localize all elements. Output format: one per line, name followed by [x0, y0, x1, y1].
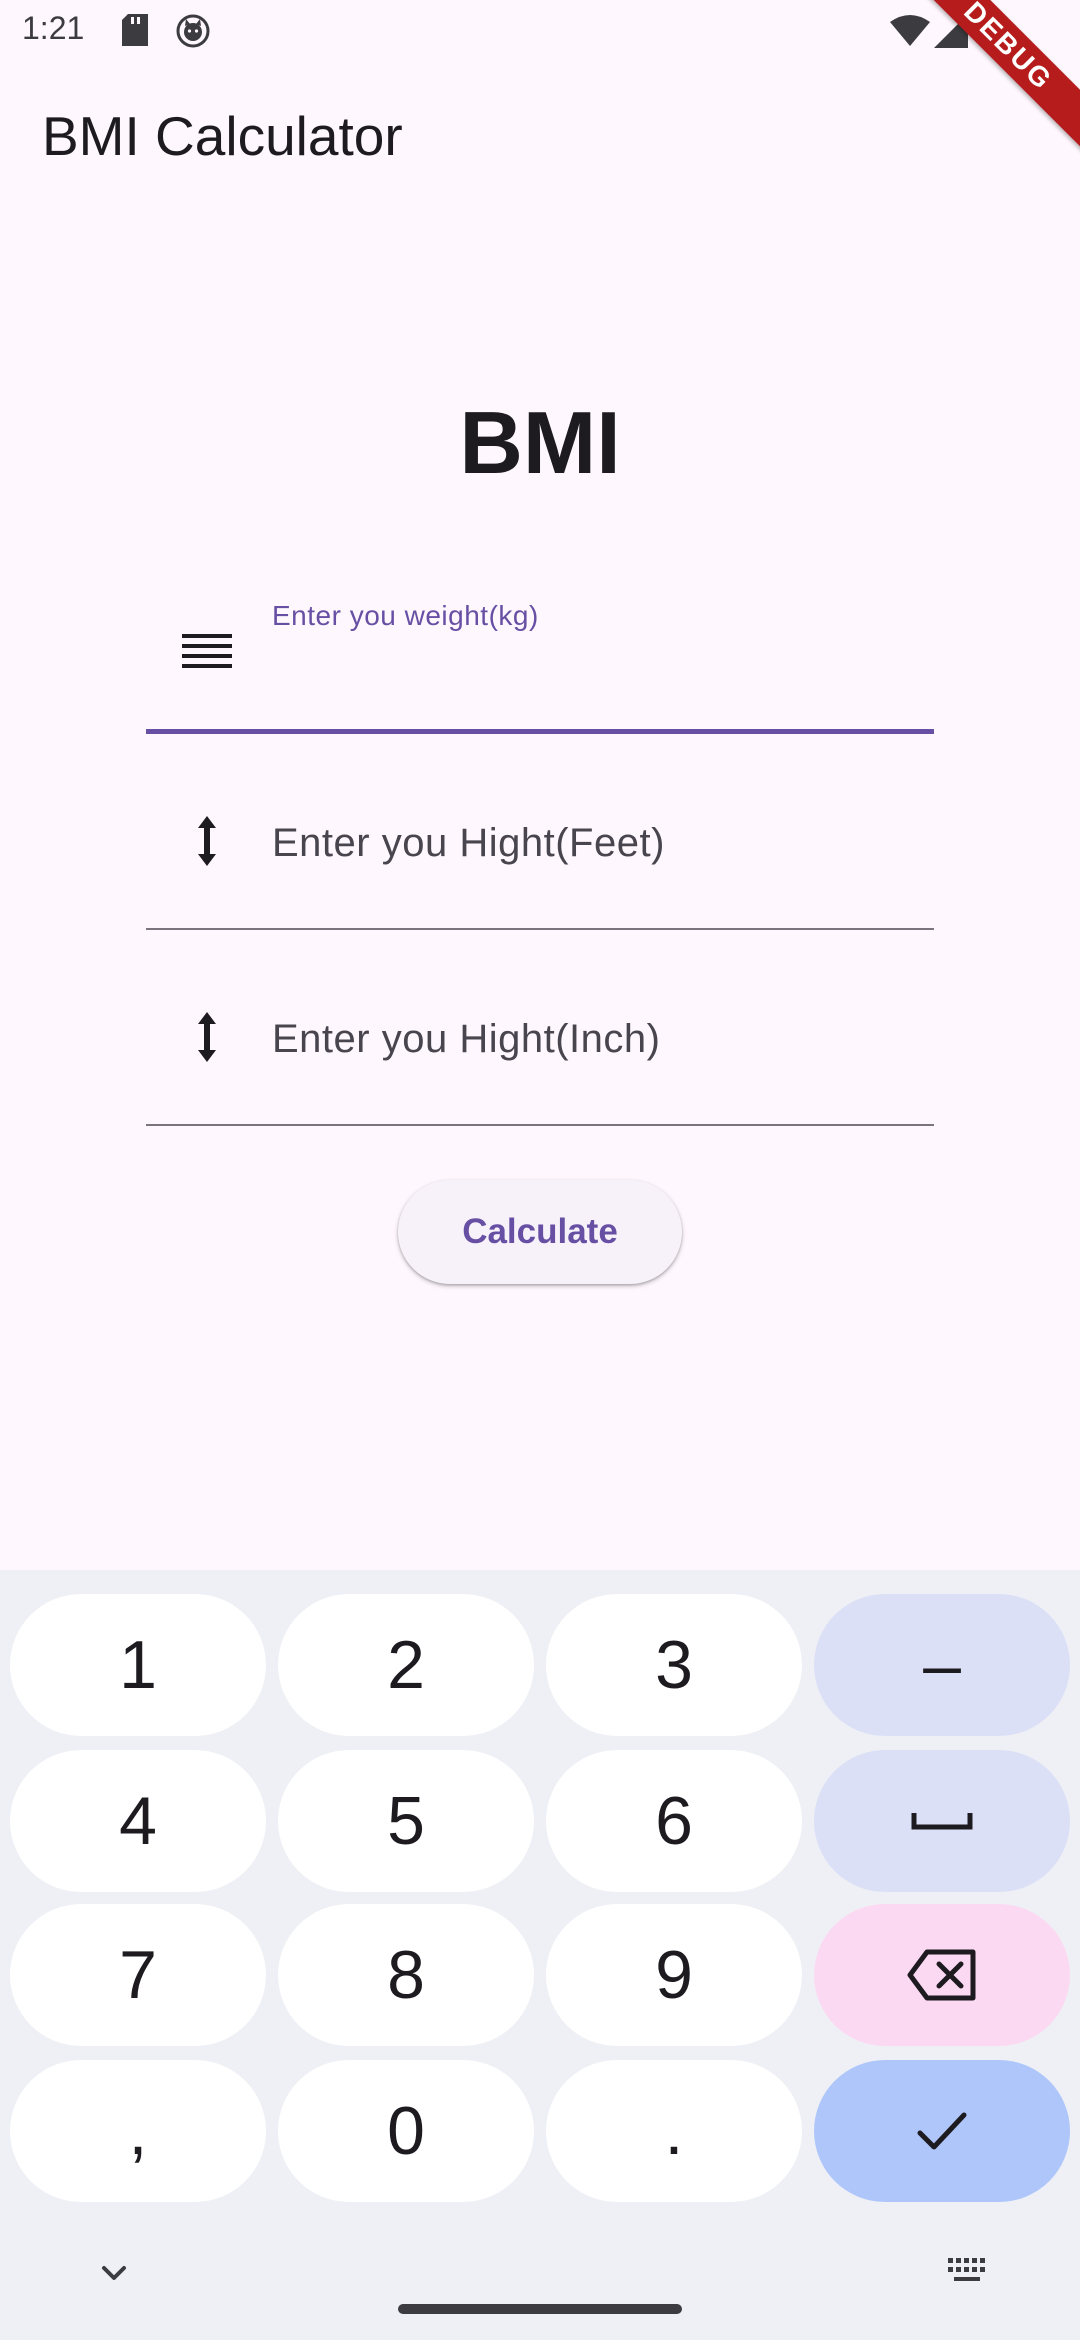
- calculate-button[interactable]: Calculate: [398, 1180, 682, 1284]
- key-2[interactable]: 2: [278, 1594, 534, 1736]
- key-5[interactable]: 5: [278, 1750, 534, 1892]
- app-bar: BMI Calculator: [0, 64, 1080, 204]
- height-inch-underline: [146, 1124, 934, 1126]
- wifi-icon: [890, 15, 930, 46]
- gesture-bar[interactable]: [398, 2304, 682, 2314]
- key-3[interactable]: 3: [546, 1594, 802, 1736]
- vertical-arrows-icon: [198, 816, 216, 866]
- key-4[interactable]: 4: [10, 1750, 266, 1892]
- key-7[interactable]: 7: [10, 1904, 266, 2046]
- sd-card-icon: [122, 14, 148, 46]
- keyboard-icon[interactable]: [946, 2256, 990, 2286]
- key-8[interactable]: 8: [278, 1904, 534, 2046]
- key-6[interactable]: 6: [546, 1750, 802, 1892]
- weight-lines-icon: [182, 634, 232, 668]
- chevron-down-icon[interactable]: [92, 2260, 136, 2290]
- key-minus[interactable]: –: [814, 1594, 1070, 1736]
- app-title: BMI Calculator: [42, 105, 403, 167]
- backspace-icon: [907, 1949, 976, 2001]
- height-feet-input[interactable]: [272, 790, 912, 896]
- bmi-heading: BMI: [459, 393, 621, 492]
- numeric-keyboard: 1 2 3 – 4 5 6 7 8 9 , 0 .: [0, 1570, 1080, 2340]
- key-done[interactable]: [814, 2060, 1070, 2202]
- screen: 1:21 DEBUG BMI Calculator BMI Enter you …: [0, 0, 1080, 2340]
- height-feet-underline: [146, 928, 934, 930]
- weight-field[interactable]: Enter you weight(kg): [146, 594, 934, 734]
- height-inch-field[interactable]: [146, 986, 934, 1126]
- height-inch-input[interactable]: [272, 986, 912, 1092]
- key-period[interactable]: .: [546, 2060, 802, 2202]
- key-1[interactable]: 1: [10, 1594, 266, 1736]
- status-time: 1:21: [22, 10, 85, 46]
- space-icon: [911, 1813, 973, 1830]
- key-comma[interactable]: ,: [10, 2060, 266, 2202]
- key-backspace[interactable]: [814, 1904, 1070, 2046]
- weight-field-underline: [146, 729, 934, 734]
- key-space[interactable]: [814, 1750, 1070, 1892]
- check-icon: [917, 2112, 967, 2150]
- weight-input[interactable]: [272, 594, 912, 700]
- key-9[interactable]: 9: [546, 1904, 802, 2046]
- height-feet-field[interactable]: [146, 790, 934, 930]
- vertical-arrows-icon: [198, 1012, 216, 1062]
- status-bar: 1:21: [0, 0, 1080, 64]
- key-0[interactable]: 0: [278, 2060, 534, 2202]
- cat-icon: [176, 14, 210, 48]
